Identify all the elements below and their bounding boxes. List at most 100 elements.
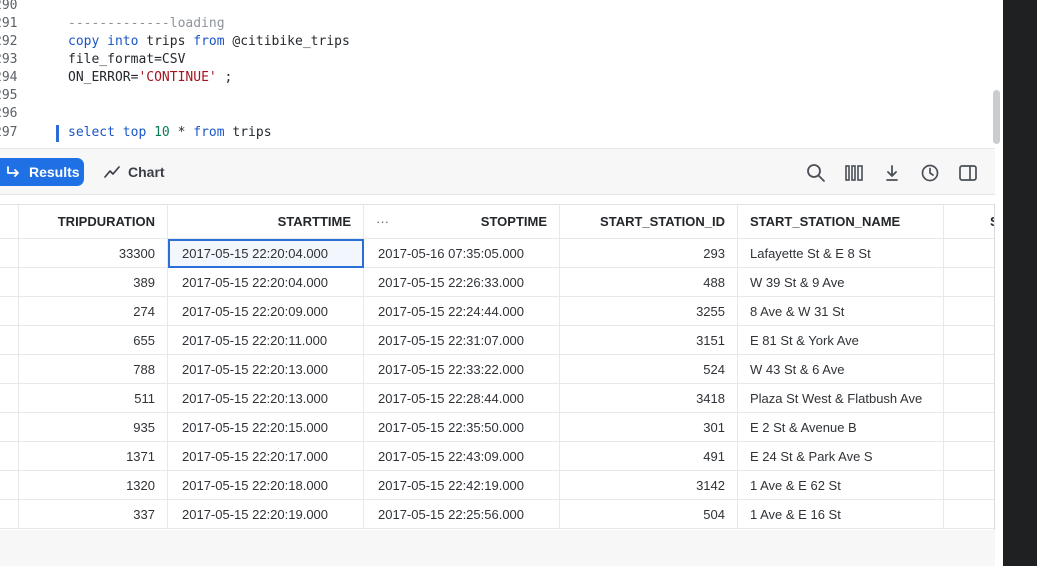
code-line[interactable]: 295 — [0, 87, 990, 105]
table-row[interactable]: 57882017-05-15 22:20:13.0002017-05-15 22… — [0, 355, 995, 384]
column-header-stoptime[interactable]: ··· STOPTIME — [364, 205, 560, 239]
cell-partial[interactable] — [944, 471, 995, 500]
cell-start-station-name[interactable]: Lafayette St & E 8 St — [738, 239, 944, 268]
code-token: copy into — [68, 34, 139, 49]
table-row[interactable]: 32742017-05-15 22:20:09.0002017-05-15 22… — [0, 297, 995, 326]
columns-icon[interactable] — [844, 163, 864, 183]
cell-partial[interactable] — [944, 442, 995, 471]
cell-start-station-id[interactable]: 3142 — [560, 471, 738, 500]
cell-starttime[interactable]: 2017-05-15 22:20:09.000 — [168, 297, 364, 326]
cell-partial[interactable] — [944, 297, 995, 326]
cell-stoptime[interactable]: 2017-05-15 22:26:33.000 — [364, 268, 560, 297]
editor-scrollbar[interactable] — [993, 90, 1000, 144]
table-row[interactable]: 813712017-05-15 22:20:17.0002017-05-15 2… — [0, 442, 995, 471]
row-number: 0 — [0, 500, 19, 529]
cell-tripduration[interactable]: 1371 — [19, 442, 168, 471]
cell-start-station-name[interactable]: W 43 St & 6 Ave — [738, 355, 944, 384]
cell-tripduration[interactable]: 655 — [19, 326, 168, 355]
column-menu-icon[interactable]: ··· — [376, 205, 389, 238]
cell-starttime[interactable]: 2017-05-15 22:20:17.000 — [168, 442, 364, 471]
cell-stoptime[interactable]: 2017-05-15 22:43:09.000 — [364, 442, 560, 471]
cell-starttime[interactable]: 2017-05-15 22:20:04.000 — [168, 239, 364, 268]
cell-start-station-name[interactable]: E 24 St & Park Ave S — [738, 442, 944, 471]
table-row[interactable]: 46552017-05-15 22:20:11.0002017-05-15 22… — [0, 326, 995, 355]
cell-tripduration[interactable]: 33300 — [19, 239, 168, 268]
cell-start-station-id[interactable]: 491 — [560, 442, 738, 471]
table-row[interactable]: 913202017-05-15 22:20:18.0002017-05-15 2… — [0, 471, 995, 500]
cell-start-station-id[interactable]: 293 — [560, 239, 738, 268]
cell-partial[interactable] — [944, 355, 995, 384]
column-header-tripduration[interactable]: TRIPDURATION — [19, 205, 168, 239]
table-row[interactable]: 03372017-05-15 22:20:19.0002017-05-15 22… — [0, 500, 995, 529]
cell-partial[interactable] — [944, 500, 995, 529]
cell-stoptime[interactable]: 2017-05-15 22:25:56.000 — [364, 500, 560, 529]
cell-starttime[interactable]: 2017-05-15 22:20:13.000 — [168, 384, 364, 413]
cell-start-station-id[interactable]: 504 — [560, 500, 738, 529]
column-header-starttime[interactable]: STARTTIME — [168, 205, 364, 239]
cell-starttime[interactable]: 2017-05-15 22:20:19.000 — [168, 500, 364, 529]
cell-start-station-id[interactable]: 3255 — [560, 297, 738, 326]
results-grid[interactable]: TRIPDURATION STARTTIME ··· STOPTIME STAR… — [0, 204, 995, 531]
cell-tripduration[interactable]: 935 — [19, 413, 168, 442]
code-line[interactable]: 297 select top 10 * from trips — [0, 124, 990, 142]
cell-stoptime[interactable]: 2017-05-15 22:35:50.000 — [364, 413, 560, 442]
cell-tripduration[interactable]: 1320 — [19, 471, 168, 500]
table-row[interactable]: 23892017-05-15 22:20:04.0002017-05-15 22… — [0, 268, 995, 297]
cell-starttime[interactable]: 2017-05-15 22:20:15.000 — [168, 413, 364, 442]
download-icon[interactable] — [882, 163, 902, 183]
table-row[interactable]: 79352017-05-15 22:20:15.0002017-05-15 22… — [0, 413, 995, 442]
cell-starttime[interactable]: 2017-05-15 22:20:04.000 — [168, 268, 364, 297]
cell-start-station-id[interactable]: 524 — [560, 355, 738, 384]
cell-start-station-name[interactable]: E 2 St & Avenue B — [738, 413, 944, 442]
chart-tab-button[interactable]: Chart — [104, 158, 165, 186]
cell-stoptime[interactable]: 2017-05-15 22:31:07.000 — [364, 326, 560, 355]
column-header-partial[interactable]: S — [944, 205, 995, 239]
results-tab-button[interactable]: Results — [0, 158, 84, 186]
search-icon[interactable] — [806, 163, 826, 183]
table-row[interactable]: 65112017-05-15 22:20:13.0002017-05-15 22… — [0, 384, 995, 413]
cell-partial[interactable] — [944, 239, 995, 268]
code-line[interactable]: 296 — [0, 105, 990, 123]
history-icon[interactable] — [920, 163, 940, 183]
cell-start-station-name[interactable]: 8 Ave & W 31 St — [738, 297, 944, 326]
code-line[interactable]: 294 ON_ERROR='CONTINUE' ; — [0, 69, 990, 87]
cell-stoptime[interactable]: 2017-05-16 07:35:05.000 — [364, 239, 560, 268]
code-line[interactable]: 291 -------------loading — [0, 15, 990, 33]
cell-tripduration[interactable]: 337 — [19, 500, 168, 529]
cell-stoptime[interactable]: 2017-05-15 22:42:19.000 — [364, 471, 560, 500]
cell-tripduration[interactable]: 274 — [19, 297, 168, 326]
cell-tripduration[interactable]: 389 — [19, 268, 168, 297]
code-line[interactable]: 292 copy into trips from @citibike_trips — [0, 33, 990, 51]
cell-partial[interactable] — [944, 326, 995, 355]
cell-start-station-name[interactable]: E 81 St & York Ave — [738, 326, 944, 355]
cell-starttime[interactable]: 2017-05-15 22:20:13.000 — [168, 355, 364, 384]
cell-stoptime[interactable]: 2017-05-15 22:33:22.000 — [364, 355, 560, 384]
cell-starttime[interactable]: 2017-05-15 22:20:18.000 — [168, 471, 364, 500]
table-row[interactable]: 1333002017-05-15 22:20:04.0002017-05-16 … — [0, 239, 995, 268]
cell-starttime[interactable]: 2017-05-15 22:20:11.000 — [168, 326, 364, 355]
cell-start-station-name[interactable]: W 39 St & 9 Ave — [738, 268, 944, 297]
column-header-start-station-name[interactable]: START_STATION_NAME — [738, 205, 944, 239]
cell-start-station-id[interactable]: 3151 — [560, 326, 738, 355]
chart-label: Chart — [128, 164, 165, 180]
cell-partial[interactable] — [944, 268, 995, 297]
cell-start-station-id[interactable]: 301 — [560, 413, 738, 442]
cell-start-station-name[interactable]: Plaza St West & Flatbush Ave — [738, 384, 944, 413]
cell-start-station-name[interactable]: 1 Ave & E 62 St — [738, 471, 944, 500]
cell-partial[interactable] — [944, 384, 995, 413]
cell-stoptime[interactable]: 2017-05-15 22:24:44.000 — [364, 297, 560, 326]
split-panel-icon[interactable] — [958, 163, 978, 183]
cell-stoptime[interactable]: 2017-05-15 22:28:44.000 — [364, 384, 560, 413]
code-line[interactable]: 290 — [0, 0, 990, 15]
column-header-start-station-id[interactable]: START_STATION_ID — [560, 205, 738, 239]
cell-start-station-name[interactable]: 1 Ave & E 16 St — [738, 500, 944, 529]
code-token: ; — [216, 70, 233, 85]
cell-tripduration[interactable]: 788 — [19, 355, 168, 384]
cell-start-station-id[interactable]: 3418 — [560, 384, 738, 413]
cell-tripduration[interactable]: 511 — [19, 384, 168, 413]
cell-partial[interactable] — [944, 413, 995, 442]
sql-editor[interactable]: 290 291 -------------loading 292 copy into t… — [0, 0, 1003, 148]
line-number: 295 — [0, 88, 18, 103]
cell-start-station-id[interactable]: 488 — [560, 268, 738, 297]
code-line[interactable]: 293 file_format=CSV — [0, 51, 990, 69]
